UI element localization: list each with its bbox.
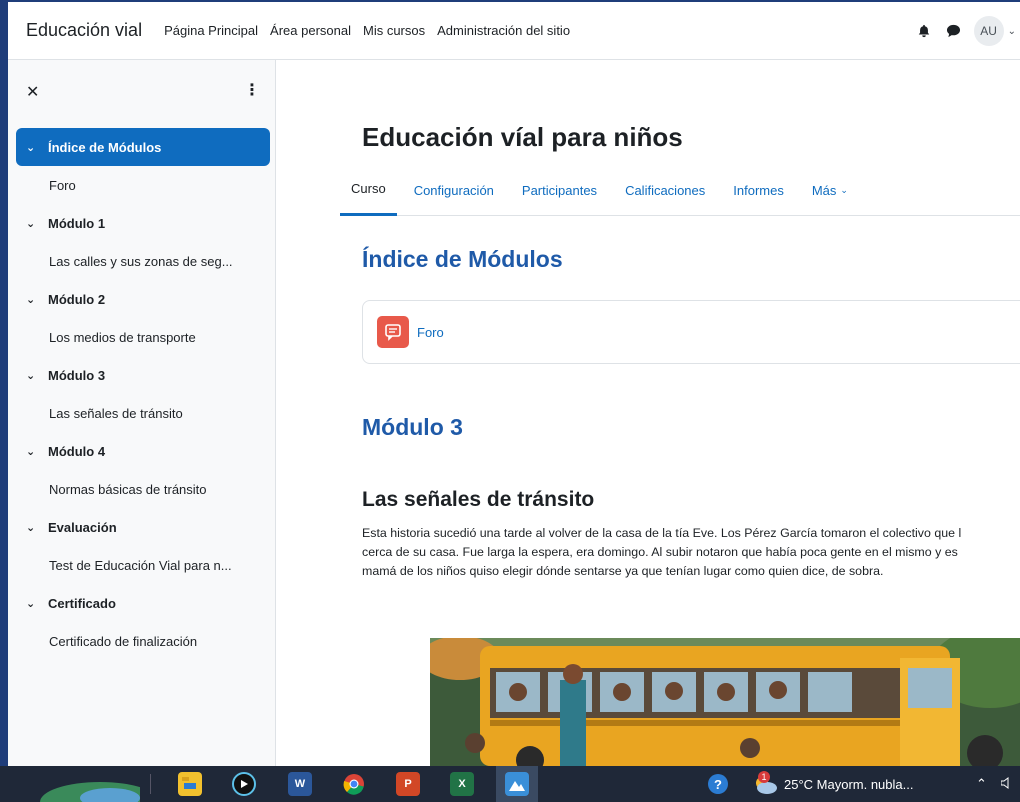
drawer-item-label: Los medios de transporte [49, 329, 196, 345]
lesson-illustration-bus [430, 638, 1020, 766]
chevron-down-icon[interactable]: ⌄ [26, 293, 40, 306]
drawer-item[interactable]: Los medios de transporte [16, 318, 270, 356]
nav-link-site-admin[interactable]: Administración del sitio [437, 23, 570, 38]
top-navbar: Educación vial Página Principal Área per… [8, 2, 1020, 60]
chevron-down-icon: ⌄ [840, 184, 848, 195]
lesson-line: Esta historia sucedió una tarde al volve… [362, 526, 962, 540]
weather-widget[interactable]: 1 25°C Mayorm. nubla... [752, 766, 913, 802]
drawer-item-label: Certificado [48, 595, 116, 611]
chevron-down-icon[interactable]: ⌄ [26, 141, 40, 154]
drawer-section[interactable]: ⌄ Evaluación [16, 508, 270, 546]
chevron-down-icon[interactable]: ⌄ [1008, 26, 1016, 37]
activity-card-forum[interactable]: Foro [362, 300, 1020, 364]
chevron-up-icon[interactable]: ⌃ [976, 776, 987, 792]
main-content: Educación víal para niños Curso Configur… [276, 60, 1020, 766]
section-heading-index: Índice de Módulos [362, 246, 563, 272]
chrome-icon[interactable] [342, 772, 366, 796]
tab-settings[interactable]: Configuración [403, 164, 505, 216]
chevron-down-icon[interactable]: ⌄ [26, 597, 40, 610]
drawer-item[interactable]: Las calles y sus zonas de seg... [16, 242, 270, 280]
drawer-section[interactable]: ⌄ Módulo 3 [16, 356, 270, 394]
drawer-item[interactable]: Test de Educación Vial para n... [16, 546, 270, 584]
kebab-menu-icon[interactable]: ⋮ [244, 80, 260, 100]
nav-link-my-courses[interactable]: Mis cursos [363, 23, 425, 38]
window-left-edge [0, 0, 8, 766]
page-title: Educación víal para niños [362, 122, 683, 152]
user-avatar[interactable]: AU [973, 16, 1004, 46]
photos-app-icon[interactable] [505, 772, 529, 796]
drawer-item-label: Test de Educación Vial para n... [49, 557, 232, 573]
tab-reports[interactable]: Informes [722, 164, 795, 216]
forum-icon [377, 316, 409, 348]
desktop-thumbnail [40, 770, 140, 802]
drawer-item-label: Las calles y sus zonas de seg... [49, 253, 233, 269]
chevron-down-icon[interactable]: ⌄ [26, 369, 40, 382]
drawer-item-label: Evaluación [48, 519, 117, 535]
drawer-section[interactable]: ⌄ Índice de Módulos [16, 128, 270, 166]
chevron-down-icon[interactable]: ⌄ [26, 445, 40, 458]
nav-link-dashboard[interactable]: Área personal [270, 23, 351, 38]
drawer-section[interactable]: ⌄ Certificado [16, 584, 270, 622]
drawer-item[interactable]: Foro [16, 166, 270, 204]
lesson-line: cerca de su casa. Fue larga la espera, e… [362, 545, 958, 559]
drawer-item[interactable]: Normas básicas de tránsito [16, 470, 270, 508]
chevron-down-icon[interactable]: ⌄ [26, 217, 40, 230]
tab-more[interactable]: Más ⌄ [801, 164, 859, 216]
course-index-list: ⌄ Índice de Módulos Foro ⌄ Módulo 1 Las calle… [16, 128, 270, 660]
drawer-section[interactable]: ⌄ Módulo 2 [16, 280, 270, 318]
drawer-item-label: Índice de Módulos [48, 139, 162, 155]
word-icon[interactable]: W [288, 772, 312, 796]
course-tabs: Curso Configuración Participantes Califi… [340, 164, 1020, 216]
drawer-item-label: Módulo 3 [48, 367, 106, 383]
media-player-icon[interactable] [232, 772, 256, 796]
file-explorer-icon[interactable] [178, 772, 202, 796]
section-heading-module-3: Módulo 3 [362, 414, 463, 440]
drawer-item-label: Normas básicas de tránsito [49, 481, 207, 497]
drawer-item-label: Módulo 2 [48, 291, 106, 307]
drawer-item[interactable]: Las señales de tránsito [16, 394, 270, 432]
powerpoint-icon[interactable]: P [396, 772, 420, 796]
drawer-item-label: Las señales de tránsito [49, 405, 183, 421]
drawer-item-label: Foro [49, 177, 76, 193]
navbar-actions: AU ⌄ [914, 2, 1020, 60]
drawer-section[interactable]: ⌄ Módulo 4 [16, 432, 270, 470]
chat-bubble-icon[interactable] [944, 21, 964, 41]
course-index-drawer: ✕ ⋮ ⌄ Índice de Módulos Foro ⌄ Módulo 1 Las c… [8, 60, 276, 766]
nav-link-home[interactable]: Página Principal [164, 23, 258, 38]
activity-link-forum[interactable]: Foro [417, 325, 444, 340]
lesson-title: Las señales de tránsito [362, 488, 595, 511]
weather-cloud-icon: 1 [752, 771, 778, 795]
browser-frame: Educación vial Página Principal Área per… [0, 0, 1020, 802]
drawer-section[interactable]: ⌄ Módulo 1 [16, 204, 270, 242]
tab-grades[interactable]: Calificaciones [614, 164, 716, 216]
lesson-body: Esta historia sucedió una tarde al volve… [362, 524, 1020, 581]
drawer-item-label: Módulo 4 [48, 443, 106, 459]
taskbar-divider [150, 774, 151, 794]
help-icon[interactable]: ? [708, 774, 728, 794]
drawer-item-label: Certificado de finalización [49, 633, 198, 649]
system-tray: ⌃ [976, 766, 1013, 802]
bell-icon[interactable] [914, 21, 934, 41]
site-brand[interactable]: Educación vial [26, 20, 142, 41]
weather-badge: 1 [758, 771, 770, 783]
tab-more-label: Más [811, 182, 837, 198]
chevron-down-icon[interactable]: ⌄ [26, 521, 40, 534]
close-icon[interactable]: ✕ [26, 82, 39, 102]
drawer-item[interactable]: Certificado de finalización [16, 622, 270, 660]
weather-text: 25°C Mayorm. nubla... [784, 776, 914, 792]
excel-icon[interactable]: X [450, 772, 474, 796]
drawer-item-label: Módulo 1 [48, 215, 106, 231]
tab-course[interactable]: Curso [340, 164, 397, 216]
lesson-line: mamá de los niños quiso elegir dónde sen… [362, 564, 884, 578]
windows-taskbar: W P X ? 1 25°C Mayorm. nubla... ⌃ [0, 766, 1020, 802]
speaker-icon[interactable] [1000, 776, 1013, 792]
tab-participants[interactable]: Participantes [511, 164, 608, 216]
